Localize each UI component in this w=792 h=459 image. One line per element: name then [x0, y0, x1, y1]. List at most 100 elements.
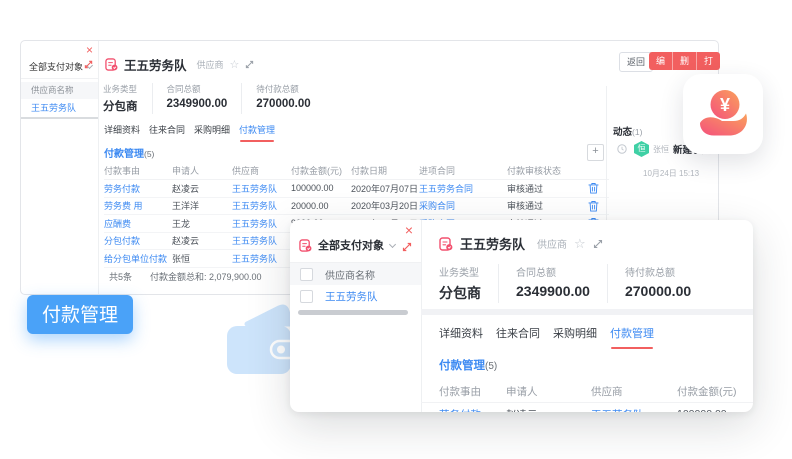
- col-supplier: 供应商: [232, 164, 291, 177]
- cell-reason[interactable]: 劳务付款: [104, 182, 172, 195]
- col-reason: 付款事由: [104, 164, 172, 177]
- stat-value: 分包商: [103, 98, 138, 114]
- front-list-item-supplier[interactable]: 王五劳务队: [290, 285, 421, 307]
- expand-icon[interactable]: [245, 60, 254, 69]
- activity-user: 张恒: [653, 144, 669, 155]
- wallet-illustration: [215, 298, 301, 380]
- front-record-title: 王五劳务队: [460, 234, 525, 253]
- stat-pending-total: 待付款总额 270000.00: [607, 264, 708, 303]
- clipboard-icon: [299, 239, 312, 252]
- payment-table-header: 付款事由 申请人 供应商 付款金额(元) 付款日期 进项合同 付款审核状态: [104, 162, 609, 180]
- table-row: 劳务费 用王洋洋王五劳务队20000.002020年03月20日采购合同审核通过: [104, 198, 609, 216]
- stat-value: 2349900.00: [516, 283, 590, 299]
- activity-title-text: 动态: [613, 127, 632, 138]
- delete-icon[interactable]: [588, 182, 599, 194]
- cell-reason[interactable]: 应酬费: [104, 217, 172, 230]
- divider: [21, 117, 98, 119]
- section-title-text: 付款管理: [439, 360, 485, 372]
- close-icon[interactable]: ×: [86, 44, 93, 56]
- col-reason: 付款事由: [439, 384, 506, 399]
- chevron-down-icon: [389, 240, 396, 247]
- delete-icon[interactable]: [588, 200, 599, 212]
- section-count: (5): [144, 149, 154, 159]
- add-payment-button[interactable]: +: [587, 144, 604, 161]
- cell-amount: 100000.00: [677, 408, 753, 412]
- expand-icon[interactable]: [84, 60, 93, 69]
- cell-reason[interactable]: 劳务费 用: [104, 199, 172, 212]
- activity-time: 10月24日 15:13: [643, 168, 699, 179]
- cell-reason[interactable]: 分包付款: [104, 234, 172, 247]
- stat-value: 分包商: [439, 283, 481, 303]
- section-count: (5): [485, 361, 497, 372]
- sidebar-title-dropdown[interactable]: 全部支付对象: [29, 60, 92, 73]
- expand-icon[interactable]: [593, 239, 603, 249]
- stat-label: 合同总额: [167, 83, 228, 95]
- table-row: 劳务付款赵凌云王五劳务队100000.002020年07月07日王五劳务合同审核…: [104, 180, 609, 198]
- stat-label: 合同总额: [516, 264, 590, 279]
- col-amount: 付款金额(元): [291, 164, 351, 177]
- front-window: × 全部支付对象 供应商名称 王五劳务队: [290, 220, 753, 412]
- cell-supplier[interactable]: 王五劳务队: [591, 407, 677, 413]
- tab-contracts[interactable]: 往来合同: [149, 123, 185, 142]
- cell-applicant: 张恒: [172, 252, 232, 265]
- clipboard-icon: [105, 58, 118, 71]
- page: × 全部支付对象 供应商名称 王五劳务队 王五劳务队 供应商 ☆: [0, 0, 792, 459]
- print-button[interactable]: 打印: [696, 52, 720, 70]
- timeline-clock-icon: [617, 144, 627, 154]
- tab-details[interactable]: 详细资料: [439, 325, 483, 349]
- tab-details[interactable]: 详细资料: [104, 123, 140, 142]
- star-icon[interactable]: ☆: [230, 58, 240, 71]
- stat-label: 待付款总额: [256, 83, 310, 95]
- edit-button[interactable]: 编辑: [649, 52, 672, 70]
- tab-payment-management[interactable]: 付款管理: [610, 325, 654, 349]
- tab-contracts[interactable]: 往来合同: [496, 325, 540, 349]
- cell-reason[interactable]: 给分包单位付款: [104, 252, 172, 265]
- cell-supplier[interactable]: 王五劳务队: [232, 234, 291, 247]
- cell-supplier[interactable]: 王五劳务队: [232, 252, 291, 265]
- expand-icon[interactable]: [402, 242, 412, 252]
- cell-supplier[interactable]: 王五劳务队: [232, 217, 291, 230]
- tab-purchase-detail[interactable]: 采购明细: [194, 123, 230, 142]
- col-contract: 进项合同: [419, 164, 507, 177]
- select-all-checkbox[interactable]: [300, 268, 313, 281]
- cell-amount: 100000.00: [291, 183, 351, 193]
- cell-reason[interactable]: 劳务付款: [439, 407, 506, 413]
- clipboard-icon: [439, 237, 453, 251]
- cell-status: 审核通过: [507, 182, 585, 195]
- col-date: 付款日期: [351, 164, 419, 177]
- sidebar-title: 全部支付对象: [29, 60, 83, 73]
- cell-supplier[interactable]: 王五劳务队: [232, 182, 291, 195]
- record-tag: 供应商: [197, 58, 224, 71]
- delete-button[interactable]: 删除: [672, 52, 696, 70]
- back-button[interactable]: 返回: [619, 52, 653, 72]
- star-icon[interactable]: ☆: [574, 236, 586, 252]
- delete-row-action[interactable]: [585, 200, 605, 212]
- delete-row-action[interactable]: [585, 182, 605, 194]
- horizontal-scrollbar[interactable]: [298, 310, 408, 315]
- col-applicant: 申请人: [506, 384, 591, 399]
- cell-applicant: 王洋洋: [172, 199, 232, 212]
- activity-count: (1): [632, 127, 642, 137]
- stat-label: 待付款总额: [625, 264, 691, 279]
- close-icon[interactable]: ×: [405, 223, 413, 237]
- cell-contract[interactable]: 王五劳务合同: [419, 182, 507, 195]
- stat-label: 业务类型: [103, 83, 138, 95]
- tab-bar: 详细资料 往来合同 采购明细 付款管理: [104, 123, 275, 142]
- tab-purchase-detail[interactable]: 采购明细: [553, 325, 597, 349]
- sidebar-item-supplier[interactable]: 王五劳务队: [21, 100, 98, 116]
- tab-payment-management[interactable]: 付款管理: [239, 123, 275, 142]
- payment-app-icon: ¥: [683, 74, 763, 154]
- cell-contract[interactable]: 采购合同: [419, 199, 507, 212]
- avatar: 恒: [634, 141, 649, 157]
- row-checkbox[interactable]: [300, 290, 313, 303]
- cell-date: 2020年07月07日: [351, 182, 419, 195]
- divider: [21, 78, 98, 79]
- col-status: 付款审核状态: [507, 164, 585, 177]
- front-tab-bar: 详细资料 往来合同 采购明细 付款管理: [439, 325, 654, 349]
- row-count: 共5条: [109, 270, 132, 283]
- stat-business-type: 业务类型 分包商: [439, 264, 498, 303]
- front-list-title-dropdown[interactable]: 全部支付对象: [299, 237, 395, 253]
- cell-amount: 20000.00: [291, 201, 351, 211]
- stat-label: 业务类型: [439, 264, 481, 279]
- cell-supplier[interactable]: 王五劳务队: [232, 199, 291, 212]
